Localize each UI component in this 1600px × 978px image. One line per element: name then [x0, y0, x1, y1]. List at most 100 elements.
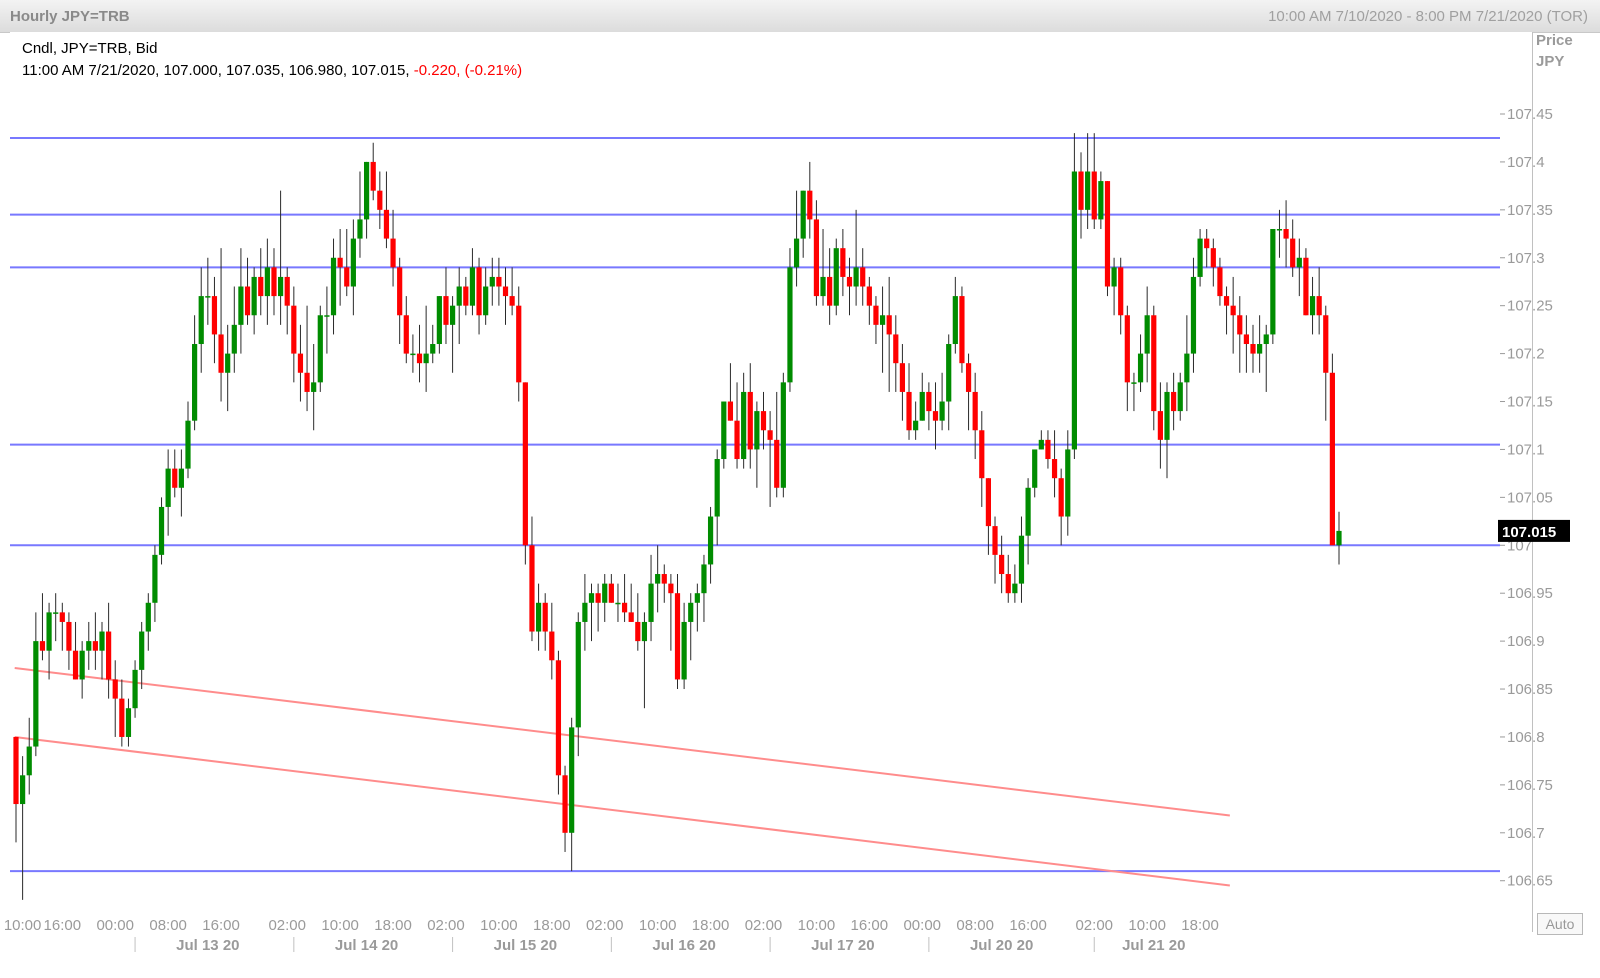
candle-body[interactable] — [860, 267, 866, 287]
candle-body[interactable] — [999, 554, 1005, 575]
candle-body[interactable] — [443, 296, 449, 325]
candle-body[interactable] — [436, 296, 442, 345]
candle-body[interactable] — [1217, 267, 1223, 297]
candle-body[interactable] — [430, 344, 436, 354]
candle-body[interactable] — [621, 602, 628, 613]
candle-body[interactable] — [231, 324, 237, 354]
candle-body[interactable] — [53, 612, 59, 614]
candle-body[interactable] — [278, 276, 284, 297]
candle-body[interactable] — [410, 353, 416, 356]
candle-body[interactable] — [145, 602, 151, 632]
candle-body[interactable] — [99, 631, 105, 651]
candle-body[interactable] — [489, 276, 495, 287]
candle-body[interactable] — [628, 612, 634, 622]
candle-body[interactable] — [820, 276, 826, 297]
candle-body[interactable] — [1210, 248, 1216, 268]
candle-body[interactable] — [284, 276, 290, 306]
candle-body[interactable] — [264, 267, 270, 297]
candle-body[interactable] — [26, 746, 32, 776]
candle-body[interactable] — [774, 439, 780, 488]
candle-body[interactable] — [707, 516, 714, 565]
candle-body[interactable] — [932, 411, 939, 421]
candle-body[interactable] — [291, 305, 297, 354]
candle-body[interactable] — [390, 238, 396, 268]
candle-body[interactable] — [483, 286, 489, 316]
candle-body[interactable] — [608, 583, 614, 603]
candle-body[interactable] — [1025, 487, 1031, 536]
candle-body[interactable] — [1237, 315, 1243, 335]
candle-body[interactable] — [370, 161, 376, 191]
candle-body[interactable] — [139, 631, 145, 670]
candle-body[interactable] — [1309, 296, 1316, 316]
candle-body[interactable] — [463, 286, 469, 306]
candle-body[interactable] — [701, 564, 707, 594]
candle-body[interactable] — [688, 602, 694, 622]
candle-body[interactable] — [198, 296, 204, 345]
candle-body[interactable] — [59, 612, 65, 622]
candle-body[interactable] — [297, 353, 304, 373]
candle-body[interactable] — [423, 353, 429, 364]
candle-body[interactable] — [555, 660, 562, 776]
candle-body[interactable] — [1263, 334, 1269, 345]
candle-body[interactable] — [1038, 439, 1044, 450]
candle-body[interactable] — [913, 420, 919, 431]
candle-body[interactable] — [476, 267, 482, 316]
candle-body[interactable] — [939, 401, 945, 421]
candle-body[interactable] — [522, 382, 528, 546]
candle-body[interactable] — [225, 353, 231, 373]
candle-body[interactable] — [1303, 257, 1309, 316]
candle-body[interactable] — [92, 641, 98, 651]
candle-body[interactable] — [959, 296, 965, 364]
candle-body[interactable] — [205, 296, 211, 298]
candle-body[interactable] — [377, 190, 383, 210]
candle-body[interactable] — [602, 583, 608, 603]
candle-body[interactable] — [681, 621, 687, 680]
candle-body[interactable] — [635, 621, 641, 642]
candle-body[interactable] — [311, 382, 317, 392]
candle-body[interactable] — [1190, 276, 1197, 354]
candle-body[interactable] — [152, 554, 158, 603]
candlestick-chart[interactable]: 107.45 107.4 107.35 107.3 107.25 107.2 107.15 1… — [0, 0, 1600, 978]
candle-body[interactable] — [575, 621, 581, 728]
candle-body[interactable] — [674, 593, 681, 680]
candle-body[interactable] — [46, 612, 52, 651]
candle-body[interactable] — [615, 602, 621, 605]
candle-body[interactable] — [767, 430, 773, 440]
candle-body[interactable] — [317, 315, 323, 383]
candle-body[interactable] — [1164, 391, 1170, 440]
candle-body[interactable] — [1243, 334, 1249, 345]
candle-body[interactable] — [807, 190, 813, 220]
candle-body[interactable] — [1250, 344, 1256, 354]
candle-body[interactable] — [72, 650, 79, 680]
candle-body[interactable] — [535, 602, 542, 632]
candle-body[interactable] — [1204, 238, 1210, 249]
candle-body[interactable] — [813, 219, 820, 297]
candle-body[interactable] — [1104, 181, 1111, 287]
candle-body[interactable] — [1184, 353, 1190, 383]
candle-body[interactable] — [363, 161, 370, 220]
candle-body[interactable] — [211, 296, 218, 335]
candle-body[interactable] — [1032, 449, 1038, 488]
candle-body[interactable] — [1257, 344, 1263, 354]
candle-body[interactable] — [238, 286, 244, 325]
candle-body[interactable] — [416, 353, 423, 364]
candle-body[interactable] — [747, 391, 753, 450]
candle-body[interactable] — [1045, 439, 1051, 460]
candle-body[interactable] — [668, 583, 674, 594]
candle-body[interactable] — [516, 305, 522, 383]
candle-body[interactable] — [641, 621, 648, 642]
candle-body[interactable] — [1290, 238, 1296, 268]
candle-body[interactable] — [13, 736, 19, 805]
candle-body[interactable] — [1078, 171, 1084, 210]
candle-body[interactable] — [1131, 382, 1137, 384]
candle-body[interactable] — [873, 305, 879, 325]
candle-body[interactable] — [992, 526, 998, 555]
candle-body[interactable] — [787, 267, 793, 383]
candle-body[interactable] — [125, 708, 132, 737]
candle-body[interactable] — [979, 430, 985, 479]
candle-body[interactable] — [741, 391, 747, 460]
candle-body[interactable] — [330, 257, 337, 316]
candle-body[interactable] — [496, 276, 502, 287]
candle-body[interactable] — [397, 267, 403, 316]
candle-body[interactable] — [324, 315, 330, 317]
